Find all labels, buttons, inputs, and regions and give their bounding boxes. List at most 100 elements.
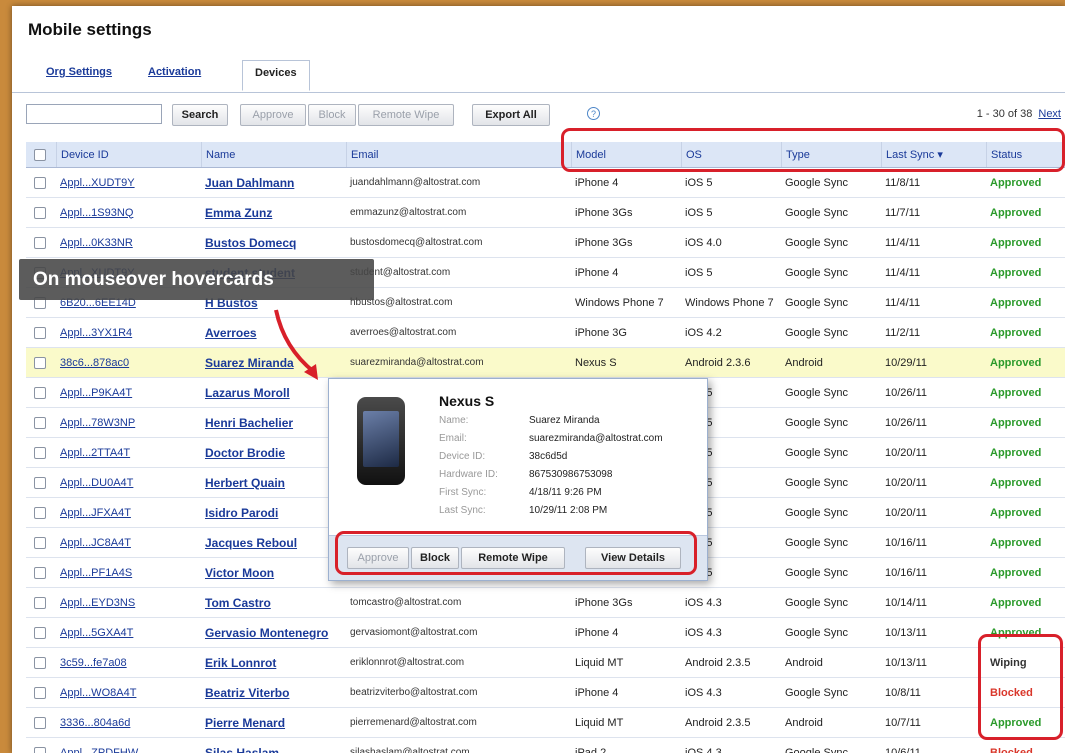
tab-activation[interactable]: Activation <box>148 66 201 78</box>
user-name-link[interactable]: Pierre Menard <box>201 708 346 737</box>
select-all-checkbox[interactable] <box>26 142 56 167</box>
hovercard-block-button[interactable]: Block <box>411 547 459 569</box>
device-id-link[interactable]: Appl...5GXA4T <box>56 618 201 647</box>
hovercard-field-value: Suarez Miranda <box>529 415 600 426</box>
row-checkbox[interactable] <box>26 498 56 527</box>
page-title: Mobile settings <box>28 20 152 39</box>
device-id-link[interactable]: Appl...0K33NR <box>56 228 201 257</box>
user-name-link[interactable]: Gervasio Montenegro <box>201 618 346 647</box>
hovercard-field-value: 38c6d5d <box>529 451 568 462</box>
header-device-id[interactable]: Device ID <box>56 142 201 167</box>
user-name-link[interactable]: Erik Lonnrot <box>201 648 346 677</box>
user-name-link[interactable]: Doctor Brodie <box>201 438 346 467</box>
row-checkbox[interactable] <box>26 528 56 557</box>
device-image <box>357 397 405 485</box>
approve-button[interactable]: Approve <box>240 104 306 126</box>
export-all-button[interactable]: Export All <box>472 104 550 126</box>
user-name-link[interactable]: Lazarus Moroll <box>201 378 346 407</box>
device-id-link[interactable]: Appl...ZPDFHW <box>56 738 201 753</box>
row-checkbox[interactable] <box>26 588 56 617</box>
hovercard-approve-button[interactable]: Approve <box>347 547 409 569</box>
table-row[interactable]: Appl...WO8A4T Beatriz Viterbo beatrizviter… <box>26 678 1065 708</box>
type-cell: Google Sync <box>785 476 848 489</box>
table-row[interactable]: Appl...5GXA4T Gervasio Montenegro gervasio… <box>26 618 1065 648</box>
header-model[interactable]: Model <box>571 142 681 167</box>
user-name-link[interactable]: Silas Haslam <box>201 738 346 753</box>
device-id-link[interactable]: Appl...XUDT9Y <box>56 168 201 197</box>
device-id-link[interactable]: Appl...78W3NP <box>56 408 201 437</box>
user-name-link[interactable]: Juan Dahlmann <box>201 168 346 197</box>
row-checkbox[interactable] <box>26 348 56 377</box>
row-checkbox[interactable] <box>26 228 56 257</box>
device-id-link[interactable]: Appl...WO8A4T <box>56 678 201 707</box>
device-id-link[interactable]: Appl...JC8A4T <box>56 528 201 557</box>
user-name-link[interactable]: Jacques Reboul <box>201 528 346 557</box>
table-row[interactable]: Appl...3YX1R4 Averroes averroes@altostrat.… <box>26 318 1065 348</box>
table-row[interactable]: Appl...XUDT9Y Juan Dahlmann juandahlmann@a… <box>26 168 1065 198</box>
question-icon[interactable]: ? <box>587 107 600 120</box>
device-id-link[interactable]: 3c59...fe7a08 <box>56 648 201 677</box>
header-email[interactable]: Email <box>346 142 571 167</box>
table-row[interactable]: Appl...EYD3NS Tom Castro tomcastro@altostr… <box>26 588 1065 618</box>
device-id-link[interactable]: 38c6...878ac0 <box>56 348 201 377</box>
table-header: Device ID Name Email Model OS Type Last … <box>26 142 1065 168</box>
user-name-link[interactable]: Emma Zunz <box>201 198 346 227</box>
next-page-link[interactable]: Next <box>1038 108 1061 120</box>
header-status[interactable]: Status <box>986 142 1065 167</box>
user-name-link[interactable]: Victor Moon <box>201 558 346 587</box>
type-cell: Android <box>785 656 823 669</box>
hovercard-remote-wipe-button[interactable]: Remote Wipe <box>461 547 565 569</box>
device-id-link[interactable]: Appl...3YX1R4 <box>56 318 201 347</box>
table-row[interactable]: 3c59...fe7a08 Erik Lonnrot eriklonnrot@alt… <box>26 648 1065 678</box>
row-checkbox[interactable] <box>26 618 56 647</box>
row-checkbox[interactable] <box>26 168 56 197</box>
device-id-link[interactable]: Appl...PF1A4S <box>56 558 201 587</box>
header-last-sync-label: Last Sync <box>886 148 935 161</box>
user-name-link[interactable]: Isidro Parodi <box>201 498 346 527</box>
tab-devices[interactable]: Devices <box>242 60 310 91</box>
row-checkbox[interactable] <box>26 648 56 677</box>
device-id-link[interactable]: Appl...EYD3NS <box>56 588 201 617</box>
device-id-link[interactable]: Appl...JFXA4T <box>56 498 201 527</box>
header-os[interactable]: OS <box>681 142 781 167</box>
header-last-sync[interactable]: Last Sync ▾ <box>881 142 986 167</box>
user-name-link[interactable]: Bustos Domecq <box>201 228 346 257</box>
search-button[interactable]: Search <box>172 104 228 126</box>
table-row[interactable]: 38c6...878ac0 Suarez Miranda suarezmiranda… <box>26 348 1065 378</box>
row-checkbox[interactable] <box>26 468 56 497</box>
user-name-link[interactable]: Suarez Miranda <box>201 348 346 377</box>
header-name[interactable]: Name <box>201 142 346 167</box>
remote-wipe-button[interactable]: Remote Wipe <box>358 104 454 126</box>
table-row[interactable]: Appl...ZPDFHW Silas Haslam silashaslam@alt… <box>26 738 1065 753</box>
row-checkbox[interactable] <box>26 558 56 587</box>
row-checkbox[interactable] <box>26 318 56 347</box>
user-name-link[interactable]: Herbert Quain <box>201 468 346 497</box>
block-button[interactable]: Block <box>308 104 356 126</box>
device-id-link[interactable]: Appl...2TTA4T <box>56 438 201 467</box>
device-id-link[interactable]: 3336...804a6d <box>56 708 201 737</box>
row-checkbox[interactable] <box>26 738 56 753</box>
row-checkbox[interactable] <box>26 678 56 707</box>
os-cell: iOS 4.0 <box>685 236 722 249</box>
tab-org-settings[interactable]: Org Settings <box>46 66 112 78</box>
row-checkbox[interactable] <box>26 708 56 737</box>
table-row[interactable]: Appl...0K33NR Bustos Domecq bustosdomecq@a… <box>26 228 1065 258</box>
user-name-link[interactable]: Henri Bachelier <box>201 408 346 437</box>
row-checkbox[interactable] <box>26 198 56 227</box>
row-checkbox[interactable] <box>26 438 56 467</box>
device-id-link[interactable]: Appl...1S93NQ <box>56 198 201 227</box>
table-row[interactable]: 3336...804a6d Pierre Menard pierremenard@a… <box>26 708 1065 738</box>
user-name-link[interactable]: Averroes <box>201 318 346 347</box>
row-checkbox[interactable] <box>26 378 56 407</box>
device-id-link[interactable]: Appl...P9KA4T <box>56 378 201 407</box>
row-checkbox[interactable] <box>26 408 56 437</box>
header-type[interactable]: Type <box>781 142 881 167</box>
user-name-link[interactable]: Beatriz Viterbo <box>201 678 346 707</box>
search-input[interactable] <box>26 104 162 124</box>
hovercard-actions: Approve Block Remote Wipe View Details <box>329 535 707 580</box>
view-details-button[interactable]: View Details <box>585 547 681 569</box>
table-row[interactable]: Appl...1S93NQ Emma Zunz emmazunz@altostrat… <box>26 198 1065 228</box>
user-name-link[interactable]: Tom Castro <box>201 588 346 617</box>
device-id-link[interactable]: Appl...DU0A4T <box>56 468 201 497</box>
os-cell: Android 2.3.5 <box>685 716 751 729</box>
